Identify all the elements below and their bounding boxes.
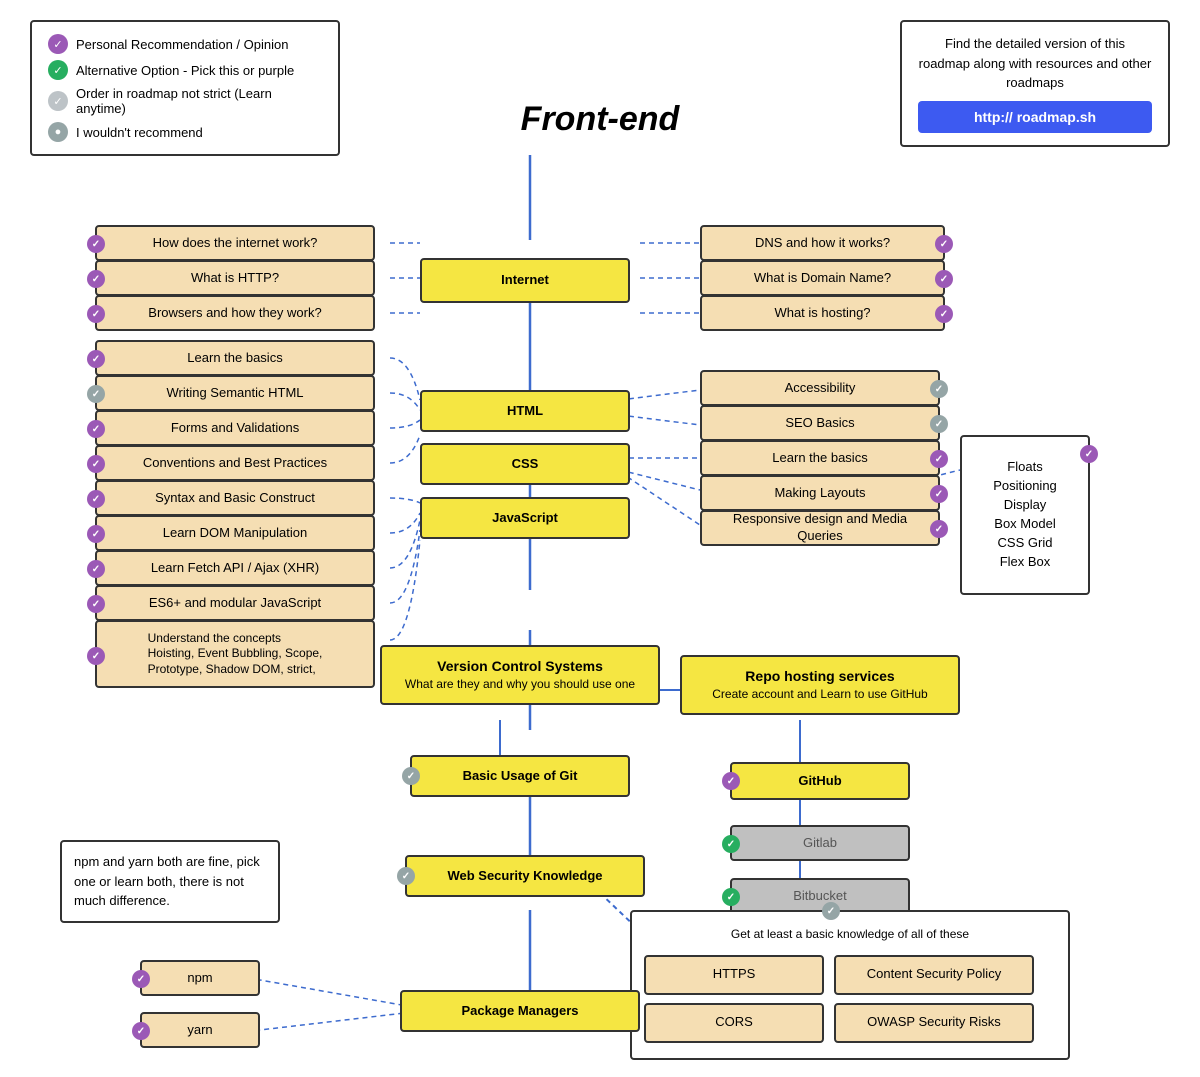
badge-ml: ✓	[930, 485, 948, 503]
legend-item-green: ✓ Alternative Option - Pick this or purp…	[48, 60, 322, 80]
yarn-node: ✓ yarn	[140, 1012, 260, 1048]
responsive-node: Responsive design and Media Queries ✓	[700, 510, 940, 546]
gray-icon: ●	[48, 122, 68, 142]
fetch-node: ✓ Learn Fetch API / Ajax (XHR)	[95, 550, 375, 586]
badge-right2: ✓	[935, 270, 953, 288]
css-sub-nodes: Floats Positioning Display Box Model CSS…	[960, 435, 1090, 595]
vcs-node: Version Control Systems What are they an…	[380, 645, 660, 705]
badge-lb1: ✓	[87, 350, 105, 368]
bitbucket-node: ✓ Bitbucket	[730, 878, 910, 914]
badge-es6: ✓	[87, 595, 105, 613]
npm-text-block: npm and yarn both are fine, pick one or …	[60, 840, 280, 923]
es6-node: ✓ ES6+ and modular JavaScript	[95, 585, 375, 621]
semantic-html: ✓ Writing Semantic HTML	[95, 375, 375, 411]
badge-right3: ✓	[935, 305, 953, 323]
badge-purple3: ✓	[87, 305, 105, 323]
legend-item-purple: ✓ Personal Recommendation / Opinion	[48, 34, 322, 54]
badge-concepts: ✓	[87, 647, 105, 665]
dns-node: DNS and how it works? ✓	[700, 225, 945, 261]
html-node: HTML	[420, 390, 630, 432]
web-security-node: ✓ Web Security Knowledge	[405, 855, 645, 897]
security-box: Get at least a basic knowledge of all of…	[630, 910, 1070, 1060]
legend-item-gray-light: ✓ Order in roadmap not strict (Learn any…	[48, 86, 322, 116]
dom-node: ✓ Learn DOM Manipulation	[95, 515, 375, 551]
syntax-node: ✓ Syntax and Basic Construct	[95, 480, 375, 516]
url-button[interactable]: http:// roadmap.sh	[918, 101, 1152, 133]
badge-acc: ✓	[930, 380, 948, 398]
badge-conv: ✓	[87, 455, 105, 473]
how-internet-node: ✓ How does the internet work?	[95, 225, 375, 261]
internet-node: Internet	[420, 258, 630, 303]
info-text: Find the detailed version of this roadma…	[918, 34, 1152, 93]
npm-node: ✓ npm	[140, 960, 260, 996]
legend: ✓ Personal Recommendation / Opinion ✓ Al…	[30, 20, 340, 156]
badge-resp: ✓	[930, 520, 948, 538]
basic-git-node: ✓ Basic Usage of Git	[410, 755, 630, 797]
badge-gitlab: ✓	[722, 835, 740, 853]
badge-seo: ✓	[930, 415, 948, 433]
repo-hosting-node: Repo hosting services Create account and…	[680, 655, 960, 715]
seo-node: SEO Basics ✓	[700, 405, 940, 441]
badge-gh: ✓	[722, 772, 740, 790]
badge-ws: ✓	[397, 867, 415, 885]
domain-node: What is Domain Name? ✓	[700, 260, 945, 296]
making-layouts-node: Making Layouts ✓	[700, 475, 940, 511]
badge-yarn: ✓	[132, 1022, 150, 1040]
badge-css-lb: ✓	[930, 450, 948, 468]
badge-right1: ✓	[935, 235, 953, 253]
badge-npm: ✓	[132, 970, 150, 988]
legend-item-gray: ● I wouldn't recommend	[48, 122, 322, 142]
browsers-node: ✓ Browsers and how they work?	[95, 295, 375, 331]
what-http-node: ✓ What is HTTP?	[95, 260, 375, 296]
csp-node: Content Security Policy	[834, 955, 1034, 995]
badge-syn: ✓	[87, 490, 105, 508]
gray-light-check-icon: ✓	[48, 91, 68, 111]
forms-node: ✓ Forms and Validations	[95, 410, 375, 446]
purple-check-icon: ✓	[48, 34, 68, 54]
owasp-node: OWASP Security Risks	[834, 1003, 1034, 1043]
accessibility-node: Accessibility ✓	[700, 370, 940, 406]
badge-css-sub: ✓	[1080, 445, 1098, 463]
info-box: Find the detailed version of this roadma…	[900, 20, 1170, 147]
gitlab-node: ✓ Gitlab	[730, 825, 910, 861]
badge-fetch: ✓	[87, 560, 105, 578]
https-node: HTTPS	[644, 955, 824, 995]
badge-sem: ✓	[87, 385, 105, 403]
learn-basics-css: Learn the basics ✓	[700, 440, 940, 476]
concepts-node: ✓ Understand the conceptsHoisting, Event…	[95, 620, 375, 688]
badge-purple2: ✓	[87, 270, 105, 288]
cors-node: CORS	[644, 1003, 824, 1043]
github-node: ✓ GitHub	[730, 762, 910, 800]
learn-basics-html: ✓ Learn the basics	[95, 340, 375, 376]
hosting-node: What is hosting? ✓	[700, 295, 945, 331]
js-node: JavaScript	[420, 497, 630, 539]
conventions-node: ✓ Conventions and Best Practices	[95, 445, 375, 481]
badge-secbox: ✓	[822, 902, 840, 920]
badge-dom: ✓	[87, 525, 105, 543]
badge-forms: ✓	[87, 420, 105, 438]
css-node: CSS	[420, 443, 630, 485]
page-title: Front-end	[521, 100, 680, 139]
badge-bitbucket: ✓	[722, 888, 740, 906]
package-managers-node: Package Managers	[400, 990, 640, 1032]
badge-purple: ✓	[87, 235, 105, 253]
green-check-icon: ✓	[48, 60, 68, 80]
badge-git: ✓	[402, 767, 420, 785]
